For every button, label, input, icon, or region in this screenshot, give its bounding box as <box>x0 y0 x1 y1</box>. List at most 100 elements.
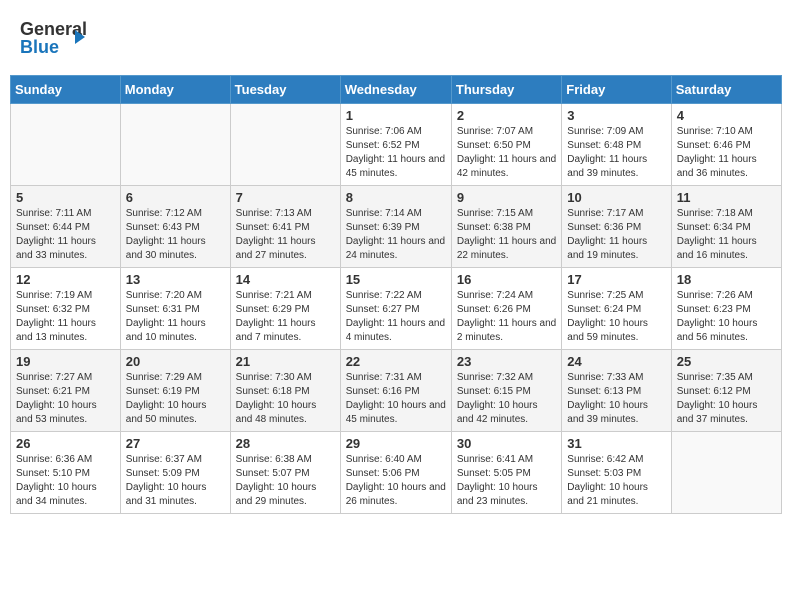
day-of-week-header: Monday <box>120 76 230 104</box>
day-number: 29 <box>346 436 446 451</box>
calendar-week-row: 5Sunrise: 7:11 AM Sunset: 6:44 PM Daylig… <box>11 186 782 268</box>
day-info: Sunrise: 6:42 AM Sunset: 5:03 PM Dayligh… <box>567 453 665 509</box>
day-number: 31 <box>567 436 665 451</box>
calendar-week-row: 19 Sunrise: 7:27 AM Sunset: 6:21 PM Dayli… <box>11 350 782 432</box>
calendar-cell: 27 Sunrise: 6:37 AM Sunset: 5:09 PM Dayli… <box>120 432 230 514</box>
calendar-cell: 20Sunrise: 7:29 AM Sunset: 6:19 PM Dayli… <box>120 350 230 432</box>
day-number: 21 <box>236 354 335 369</box>
day-number: 9 <box>457 190 556 205</box>
day-number: 20 <box>126 354 225 369</box>
calendar-cell: 25 Sunrise: 7:35 AM Sunset: 6:12 PM Dayli… <box>671 350 781 432</box>
day-info: Sunrise: 7:09 AM Sunset: 6:48 PM Dayligh… <box>567 125 665 181</box>
day-info: Sunrise: 7:21 AM Sunset: 6:29 PM Dayligh… <box>236 289 335 345</box>
day-info: Sunrise: 7:20 AM Sunset: 6:31 PM Dayligh… <box>126 289 225 345</box>
calendar-cell <box>230 104 340 186</box>
day-of-week-header: Saturday <box>671 76 781 104</box>
day-number: 14 <box>236 272 335 287</box>
day-number: 7 <box>236 190 335 205</box>
day-info: Sunrise: 6:41 AM Sunset: 5:05 PM Dayligh… <box>457 453 556 509</box>
calendar-cell: 9 Sunrise: 7:15 AM Sunset: 6:38 PM Daylig… <box>451 186 561 268</box>
day-info: Sunrise: 6:40 AM Sunset: 5:06 PM Dayligh… <box>346 453 446 509</box>
day-number: 17 <box>567 272 665 287</box>
day-number: 19 <box>16 354 115 369</box>
day-number: 26 <box>16 436 115 451</box>
calendar-cell: 21 Sunrise: 7:30 AM Sunset: 6:18 PM Dayli… <box>230 350 340 432</box>
calendar-cell: 23 Sunrise: 7:32 AM Sunset: 6:15 PM Dayli… <box>451 350 561 432</box>
calendar-cell: 13Sunrise: 7:20 AM Sunset: 6:31 PM Dayli… <box>120 268 230 350</box>
day-number: 3 <box>567 108 665 123</box>
day-info: Sunrise: 7:14 AM Sunset: 6:39 PM Dayligh… <box>346 207 446 263</box>
calendar-week-row: 26 Sunrise: 6:36 AM Sunset: 5:10 PM Dayli… <box>11 432 782 514</box>
day-info: Sunrise: 7:27 AM Sunset: 6:21 PM Dayligh… <box>16 371 115 427</box>
calendar-cell: 28 Sunrise: 6:38 AM Sunset: 5:07 PM Dayli… <box>230 432 340 514</box>
day-of-week-header: Friday <box>562 76 671 104</box>
day-info: Sunrise: 7:06 AM Sunset: 6:52 PM Dayligh… <box>346 125 446 181</box>
day-number: 22 <box>346 354 446 369</box>
day-info: Sunrise: 7:26 AM Sunset: 6:23 PM Dayligh… <box>677 289 776 345</box>
logo: GeneralBlue <box>20 15 90 60</box>
calendar-cell: 5Sunrise: 7:11 AM Sunset: 6:44 PM Daylig… <box>11 186 121 268</box>
day-info: Sunrise: 7:13 AM Sunset: 6:41 PM Dayligh… <box>236 207 335 263</box>
day-info: Sunrise: 7:19 AM Sunset: 6:32 PM Dayligh… <box>16 289 115 345</box>
day-info: Sunrise: 7:32 AM Sunset: 6:15 PM Dayligh… <box>457 371 556 427</box>
calendar-cell: 16 Sunrise: 7:24 AM Sunset: 6:26 PM Dayli… <box>451 268 561 350</box>
calendar-cell: 15 Sunrise: 7:22 AM Sunset: 6:27 PM Dayli… <box>340 268 451 350</box>
day-of-week-header: Wednesday <box>340 76 451 104</box>
day-info: Sunrise: 6:36 AM Sunset: 5:10 PM Dayligh… <box>16 453 115 509</box>
day-info: Sunrise: 7:24 AM Sunset: 6:26 PM Dayligh… <box>457 289 556 345</box>
day-info: Sunrise: 7:22 AM Sunset: 6:27 PM Dayligh… <box>346 289 446 345</box>
day-number: 25 <box>677 354 776 369</box>
calendar-cell <box>671 432 781 514</box>
day-number: 8 <box>346 190 446 205</box>
calendar-cell <box>11 104 121 186</box>
calendar-cell: 19 Sunrise: 7:27 AM Sunset: 6:21 PM Dayli… <box>11 350 121 432</box>
calendar-cell: 12Sunrise: 7:19 AM Sunset: 6:32 PM Dayli… <box>11 268 121 350</box>
day-info: Sunrise: 7:12 AM Sunset: 6:43 PM Dayligh… <box>126 207 225 263</box>
calendar-cell: 14 Sunrise: 7:21 AM Sunset: 6:29 PM Dayli… <box>230 268 340 350</box>
day-number: 2 <box>457 108 556 123</box>
day-number: 28 <box>236 436 335 451</box>
day-number: 6 <box>126 190 225 205</box>
day-info: Sunrise: 7:17 AM Sunset: 6:36 PM Dayligh… <box>567 207 665 263</box>
day-info: Sunrise: 7:18 AM Sunset: 6:34 PM Dayligh… <box>677 207 776 263</box>
day-info: Sunrise: 7:10 AM Sunset: 6:46 PM Dayligh… <box>677 125 776 181</box>
day-number: 16 <box>457 272 556 287</box>
day-of-week-header: Tuesday <box>230 76 340 104</box>
day-info: Sunrise: 7:30 AM Sunset: 6:18 PM Dayligh… <box>236 371 335 427</box>
calendar-cell: 31 Sunrise: 6:42 AM Sunset: 5:03 PM Dayli… <box>562 432 671 514</box>
day-info: Sunrise: 7:15 AM Sunset: 6:38 PM Dayligh… <box>457 207 556 263</box>
calendar-cell: 4Sunrise: 7:10 AM Sunset: 6:46 PM Daylig… <box>671 104 781 186</box>
day-number: 11 <box>677 190 776 205</box>
calendar-cell: 18 Sunrise: 7:26 AM Sunset: 6:23 PM Dayli… <box>671 268 781 350</box>
calendar-cell: 24Sunrise: 7:33 AM Sunset: 6:13 PM Dayli… <box>562 350 671 432</box>
page-header: GeneralBlue <box>10 10 782 65</box>
calendar-cell: 29 Sunrise: 6:40 AM Sunset: 5:06 PM Dayli… <box>340 432 451 514</box>
day-info: Sunrise: 7:31 AM Sunset: 6:16 PM Dayligh… <box>346 371 446 427</box>
calendar-cell: 22 Sunrise: 7:31 AM Sunset: 6:16 PM Dayli… <box>340 350 451 432</box>
calendar-header-row: SundayMondayTuesdayWednesdayThursdayFrid… <box>11 76 782 104</box>
day-info: Sunrise: 6:38 AM Sunset: 5:07 PM Dayligh… <box>236 453 335 509</box>
calendar-cell: 17 Sunrise: 7:25 AM Sunset: 6:24 PM Dayli… <box>562 268 671 350</box>
day-number: 27 <box>126 436 225 451</box>
day-number: 15 <box>346 272 446 287</box>
calendar-cell: 10 Sunrise: 7:17 AM Sunset: 6:36 PM Dayli… <box>562 186 671 268</box>
calendar-cell: 7 Sunrise: 7:13 AM Sunset: 6:41 PM Daylig… <box>230 186 340 268</box>
svg-text:Blue: Blue <box>20 37 59 57</box>
calendar-cell: 1 Sunrise: 7:06 AM Sunset: 6:52 PM Daylig… <box>340 104 451 186</box>
calendar-cell: 30Sunrise: 6:41 AM Sunset: 5:05 PM Dayli… <box>451 432 561 514</box>
day-number: 10 <box>567 190 665 205</box>
day-info: Sunrise: 6:37 AM Sunset: 5:09 PM Dayligh… <box>126 453 225 509</box>
day-of-week-header: Sunday <box>11 76 121 104</box>
calendar-cell: 26 Sunrise: 6:36 AM Sunset: 5:10 PM Dayli… <box>11 432 121 514</box>
day-info: Sunrise: 7:25 AM Sunset: 6:24 PM Dayligh… <box>567 289 665 345</box>
day-number: 1 <box>346 108 446 123</box>
day-info: Sunrise: 7:33 AM Sunset: 6:13 PM Dayligh… <box>567 371 665 427</box>
calendar-cell: 2Sunrise: 7:07 AM Sunset: 6:50 PM Daylig… <box>451 104 561 186</box>
day-info: Sunrise: 7:11 AM Sunset: 6:44 PM Dayligh… <box>16 207 115 263</box>
day-of-week-header: Thursday <box>451 76 561 104</box>
calendar-cell: 6 Sunrise: 7:12 AM Sunset: 6:43 PM Daylig… <box>120 186 230 268</box>
day-info: Sunrise: 7:35 AM Sunset: 6:12 PM Dayligh… <box>677 371 776 427</box>
day-number: 18 <box>677 272 776 287</box>
calendar-cell: 11 Sunrise: 7:18 AM Sunset: 6:34 PM Dayli… <box>671 186 781 268</box>
day-number: 23 <box>457 354 556 369</box>
